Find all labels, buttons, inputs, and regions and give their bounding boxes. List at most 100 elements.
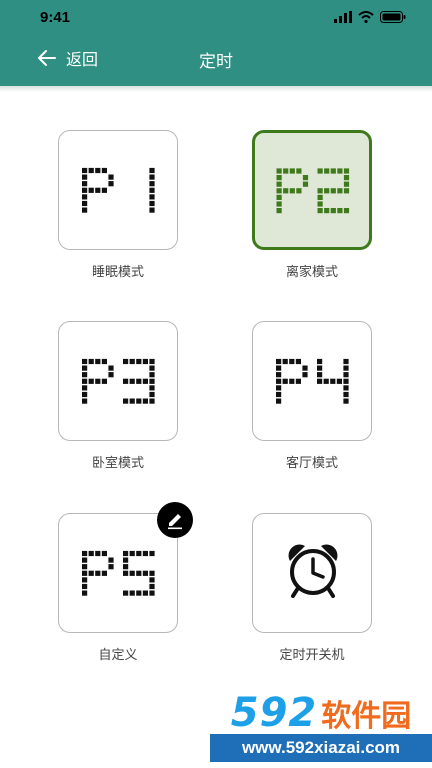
led-dot xyxy=(317,201,323,207)
led-dot xyxy=(276,168,282,174)
led-dot xyxy=(82,207,88,213)
led-dot xyxy=(149,583,155,590)
led-dot xyxy=(317,168,323,174)
led-dot xyxy=(82,167,88,174)
mode-tile-p2[interactable] xyxy=(252,130,372,250)
led-dot xyxy=(276,365,282,371)
led-dot xyxy=(149,590,155,596)
status-bar: 9:41 xyxy=(0,0,432,32)
led-dot xyxy=(337,208,343,214)
led-dot xyxy=(343,385,349,391)
led-dot xyxy=(149,398,155,404)
led-dot xyxy=(343,188,350,194)
page-title: 定时 xyxy=(199,52,233,72)
led-dot xyxy=(82,385,88,391)
pencil-icon xyxy=(168,514,182,530)
led-dot xyxy=(149,372,155,378)
led-dot xyxy=(123,398,129,404)
led-dot xyxy=(142,378,148,384)
led-dot xyxy=(123,358,129,365)
led-dot xyxy=(129,358,135,365)
led-dot xyxy=(276,372,282,378)
led-dot xyxy=(276,385,282,391)
led-dot xyxy=(108,365,114,371)
led-dot xyxy=(282,378,288,384)
led-dot xyxy=(82,358,88,365)
led-dot xyxy=(317,194,323,200)
led-dot xyxy=(149,174,155,180)
led-dot xyxy=(330,168,336,174)
led-dot xyxy=(82,174,88,180)
mode-label-p2: 离家模式 xyxy=(285,265,338,280)
mode-tile-p4[interactable] xyxy=(252,321,372,441)
led-dot xyxy=(149,207,155,213)
led-dot xyxy=(82,365,88,371)
led-dot xyxy=(276,201,282,207)
led-dot xyxy=(108,564,114,570)
led-dot xyxy=(123,570,129,576)
mode-label-p4: 客厅模式 xyxy=(285,456,338,471)
led-dot xyxy=(330,208,336,214)
mode-label-p1: 睡眠模式 xyxy=(91,265,144,280)
mode-label-p5: 自定义 xyxy=(98,648,138,663)
led-dot xyxy=(129,398,135,404)
led-dot xyxy=(276,391,282,398)
led-dot xyxy=(283,188,289,194)
led-dot xyxy=(317,208,323,214)
p1-display-icon xyxy=(82,167,155,213)
led-dot xyxy=(149,200,155,207)
led-dot xyxy=(101,187,107,193)
led-dot xyxy=(149,194,155,200)
led-dot xyxy=(295,378,301,384)
led-dot xyxy=(283,168,289,174)
led-dot xyxy=(276,378,282,384)
led-dot xyxy=(276,175,282,181)
led-dot xyxy=(302,181,309,187)
led-dot xyxy=(343,365,349,371)
led-dot xyxy=(149,385,155,391)
led-dot xyxy=(136,590,142,596)
led-dot xyxy=(276,208,282,214)
led-dot xyxy=(289,358,295,365)
led-dot xyxy=(129,570,135,576)
led-dot xyxy=(88,187,94,193)
mode-tile-p1[interactable] xyxy=(58,130,178,250)
led-dot xyxy=(108,557,114,563)
led-dot xyxy=(142,398,148,404)
led-dot xyxy=(82,570,88,576)
led-dot xyxy=(149,167,155,174)
led-dot xyxy=(317,378,323,384)
led-dot xyxy=(337,188,343,194)
led-dot xyxy=(343,378,349,384)
p4-display-icon xyxy=(276,358,349,404)
status-time: 9:41 xyxy=(40,9,71,26)
led-dot xyxy=(323,378,329,384)
watermark-logo: 592 软件园 xyxy=(210,690,432,736)
led-dot xyxy=(142,358,148,365)
led-dot xyxy=(276,181,282,187)
led-dot xyxy=(95,167,101,174)
watermark-text: 软件园 xyxy=(321,699,412,734)
led-dot xyxy=(82,391,88,398)
led-dot xyxy=(296,188,302,194)
edit-button[interactable] xyxy=(157,502,193,538)
led-dot xyxy=(149,365,155,371)
led-dot xyxy=(82,398,88,404)
led-dot xyxy=(82,564,88,570)
alarm-clock-icon xyxy=(288,544,338,598)
mode-tile-p3[interactable] xyxy=(58,321,178,441)
led-dot xyxy=(149,187,155,193)
timer-tile[interactable] xyxy=(252,513,372,633)
led-dot xyxy=(343,168,350,174)
led-dot xyxy=(123,564,129,570)
led-dot xyxy=(88,167,94,174)
led-dot xyxy=(276,188,282,194)
led-dot xyxy=(82,557,88,563)
led-dot xyxy=(101,378,107,384)
led-dot xyxy=(317,372,323,378)
led-dot xyxy=(129,378,135,384)
led-dot xyxy=(149,358,155,365)
led-dot xyxy=(123,590,129,596)
led-dot xyxy=(324,188,330,194)
led-dot xyxy=(82,550,88,557)
